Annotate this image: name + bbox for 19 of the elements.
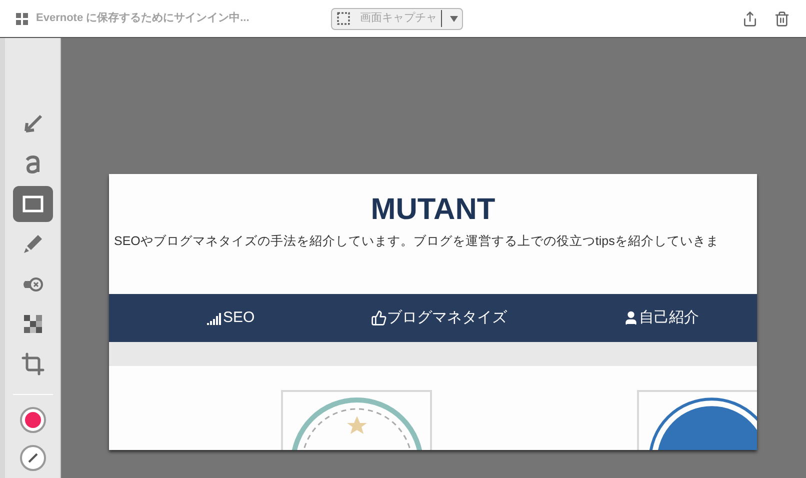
caret-icon bbox=[450, 14, 458, 22]
selection-icon bbox=[336, 10, 352, 26]
crop-icon bbox=[20, 352, 44, 376]
tool-button[interactable] bbox=[12, 186, 52, 222]
line-width-button[interactable] bbox=[20, 445, 46, 471]
site-tagline: SEOやブログマネタイズの手法を紹介しています。ブログを運営する上での役立つtipsを紹介していきま bbox=[113, 233, 720, 250]
nav-link[interactable]: SEO bbox=[207, 306, 255, 330]
color-picker-button[interactable] bbox=[20, 407, 46, 433]
person-icon bbox=[622, 310, 639, 326]
nav-link[interactable]: ブログマネタイズ bbox=[370, 306, 507, 330]
thumbs-up-icon bbox=[370, 310, 387, 326]
status-text: Evernote に保存するためにサインイン中... bbox=[36, 10, 250, 26]
site-title: MUTANT bbox=[370, 192, 496, 228]
trash-icon[interactable] bbox=[774, 10, 790, 26]
nav-link[interactable]: 自己紹介 bbox=[622, 306, 699, 330]
diagonal-line-icon bbox=[26, 452, 38, 464]
grid-icon bbox=[16, 12, 28, 24]
share-icon[interactable] bbox=[742, 10, 758, 26]
signal-bars-icon bbox=[207, 310, 224, 325]
